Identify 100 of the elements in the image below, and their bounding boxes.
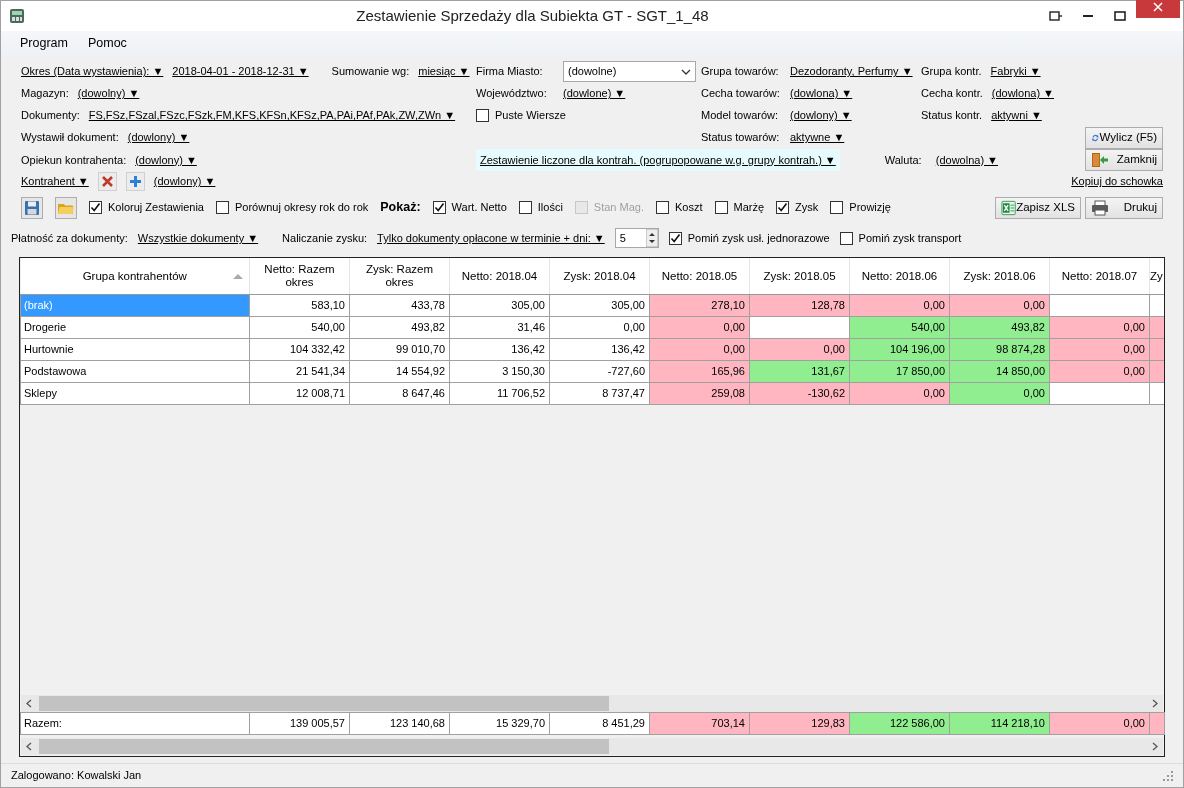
action-button[interactable]: Wylicz (F5) bbox=[1085, 126, 1163, 149]
field-label: Wystawił dokument: bbox=[21, 130, 119, 146]
resize-grip-icon bbox=[1163, 770, 1173, 781]
checkbox-label: Ilości bbox=[537, 200, 563, 216]
column-header[interactable]: Netto: 2018.06 bbox=[849, 258, 950, 295]
dropdown-link[interactable]: Okres (Data wystawienia): ▼ bbox=[21, 63, 164, 80]
dropdown-link[interactable]: Tylko dokumenty opłacone w terminie + dni: ▼ bbox=[377, 230, 605, 247]
dropdown-link[interactable]: miesiąc ▼ bbox=[418, 63, 470, 80]
status-text: Zalogowano: Kowalski Jan bbox=[11, 768, 142, 784]
column-header[interactable]: Zysk: 2018.04 bbox=[549, 258, 650, 295]
field-label: Województwo: bbox=[476, 86, 548, 102]
number-field[interactable]: 5 bbox=[614, 228, 659, 249]
spreadsheet-icon bbox=[1001, 199, 1017, 216]
chevron-down-icon bbox=[681, 68, 691, 75]
horizontal-scrollbar[interactable] bbox=[21, 695, 1163, 713]
column-header[interactable]: Netto: 2018.07 bbox=[1049, 258, 1150, 295]
total-cell: 0,00 bbox=[1049, 712, 1150, 735]
delete-button[interactable] bbox=[97, 172, 117, 192]
dropdown-link[interactable]: (dowlony) ▼ bbox=[790, 107, 852, 124]
checkbox-label: Marżę bbox=[733, 200, 765, 216]
table-cell: Drogerie bbox=[20, 316, 250, 339]
dropdown-link[interactable]: aktywne ▼ bbox=[790, 129, 845, 146]
total-cell: 15 329,70 bbox=[449, 712, 550, 735]
field-value: (dowolne) bbox=[568, 64, 617, 80]
checkbox[interactable] bbox=[89, 201, 102, 215]
delete-icon bbox=[100, 175, 114, 189]
action-button[interactable]: Zapisz XLS bbox=[995, 196, 1081, 219]
total-cell: 703,14 bbox=[649, 712, 750, 735]
scroll-right-icon[interactable] bbox=[1152, 699, 1158, 709]
total-cell: 114 218,10 bbox=[949, 712, 1050, 735]
dropdown-link[interactable]: (dowolny) ▼ bbox=[77, 85, 140, 102]
table-cell: (brak) bbox=[20, 294, 250, 317]
column-header[interactable]: Netto: 2018.04 bbox=[449, 258, 550, 295]
column-header[interactable]: Grupa kontrahentów bbox=[20, 258, 250, 295]
field-label: Status kontr. bbox=[921, 108, 983, 124]
dropdown-link[interactable]: Zestawienie liczone dla kontrah. (pogrupopowane w.g. grupy kontrah.) ▼ bbox=[476, 148, 840, 172]
checkbox[interactable] bbox=[668, 231, 682, 245]
checkbox[interactable] bbox=[656, 201, 669, 215]
dropdown-link[interactable]: (dowlone) ▼ bbox=[563, 85, 626, 102]
checkbox-label: Koszt bbox=[675, 200, 703, 216]
checkbox[interactable] bbox=[476, 109, 489, 123]
dropdown-link[interactable]: (dowlony) ▼ bbox=[153, 173, 216, 190]
scroll-left-icon[interactable] bbox=[26, 742, 32, 752]
printer-icon bbox=[1091, 199, 1109, 216]
scroll-right-icon[interactable] bbox=[1152, 742, 1158, 752]
menu-item[interactable]: Pomoc bbox=[82, 34, 132, 54]
dropdown-link[interactable]: Kopiuj do schowka bbox=[1071, 173, 1163, 190]
dropdown-link[interactable]: (dowlony) ▼ bbox=[127, 129, 190, 146]
column-header[interactable]: Netto: 2018.05 bbox=[649, 258, 750, 295]
total-cell: Razem: bbox=[20, 712, 250, 735]
save-icon bbox=[24, 199, 40, 216]
field-label: Sumowanie wg: bbox=[331, 64, 410, 80]
scrollbar-thumb[interactable] bbox=[39, 696, 609, 712]
field-label: Status towarów: bbox=[701, 130, 781, 146]
checkbox[interactable] bbox=[714, 201, 728, 215]
checkbox-label: Pomiń zysk usł. jednorazowe bbox=[687, 231, 830, 247]
checkbox-label: Koloruj Zestawienia bbox=[108, 200, 204, 216]
column-header[interactable]: Zysk: 2018.05 bbox=[749, 258, 850, 295]
dropdown-link[interactable]: Wszystkie dokumenty ▼ bbox=[137, 230, 259, 247]
field-label: Grupa towarów: bbox=[701, 64, 780, 80]
dropdown-link[interactable]: Dezodoranty, Perfumy ▼ bbox=[790, 63, 913, 80]
column-header[interactable]: Zysk: Razem okres bbox=[349, 258, 450, 295]
dropdown-field[interactable]: (dowolne) bbox=[563, 61, 696, 83]
dropdown-link[interactable]: (dowlona) ▼ bbox=[790, 85, 853, 102]
field-label: Magazyn: bbox=[21, 86, 69, 102]
dropdown-link[interactable]: (dowolna) ▼ bbox=[935, 151, 998, 169]
minimize-icon bbox=[1083, 14, 1093, 17]
scrollbar-thumb[interactable] bbox=[39, 739, 609, 755]
field-label: Cecha towarów: bbox=[701, 86, 781, 102]
checkbox[interactable] bbox=[776, 201, 790, 215]
dropdown-link[interactable]: 2018-04-01 - 2018-12-31 ▼ bbox=[172, 63, 309, 80]
add-icon bbox=[128, 175, 142, 189]
dropdown-link[interactable]: (dowlona) ▼ bbox=[991, 85, 1054, 102]
column-header[interactable]: Zysk: 2018.06 bbox=[949, 258, 1050, 295]
action-button[interactable]: Drukuj bbox=[1085, 196, 1163, 219]
add-button[interactable] bbox=[125, 172, 145, 192]
checkbox-label: Puste Wiersze bbox=[495, 108, 566, 124]
sort-arrow-icon bbox=[233, 273, 243, 280]
checkbox[interactable] bbox=[432, 201, 446, 215]
close-icon bbox=[1153, 2, 1163, 13]
column-header[interactable]: Netto: Razem okres bbox=[249, 258, 350, 295]
menu-item[interactable]: Program bbox=[15, 34, 73, 54]
checkbox[interactable] bbox=[518, 201, 532, 215]
dropdown-link[interactable]: FS,FSz,FSzal,FSzc,FSzk,FM,KFS,KFSn,KFSz,PA,PAi,PAf,PAk,ZW,ZWn ▼ bbox=[88, 107, 456, 124]
checkbox[interactable] bbox=[830, 201, 844, 215]
dropdown-link[interactable]: (dowlony) ▼ bbox=[135, 151, 197, 169]
field-label: Opiekun kontrahenta: bbox=[21, 152, 127, 168]
action-button[interactable]: Zamknij bbox=[1085, 148, 1163, 171]
app-icon bbox=[9, 7, 25, 24]
checkbox-label: Stan Mag. bbox=[593, 200, 644, 216]
spinner-arrows-icon bbox=[645, 229, 658, 248]
dropdown-link[interactable]: Fabryki ▼ bbox=[990, 63, 1041, 80]
section-label: Pokaż: bbox=[380, 199, 421, 217]
horizontal-scrollbar[interactable] bbox=[21, 738, 1163, 756]
dropdown-link[interactable]: aktywni ▼ bbox=[991, 107, 1042, 124]
save-button[interactable] bbox=[21, 196, 43, 219]
scroll-left-icon[interactable] bbox=[26, 699, 32, 709]
dropdown-link[interactable]: Kontrahent ▼ bbox=[21, 173, 89, 190]
checkbox[interactable] bbox=[216, 201, 229, 215]
checkbox[interactable] bbox=[839, 231, 853, 245]
